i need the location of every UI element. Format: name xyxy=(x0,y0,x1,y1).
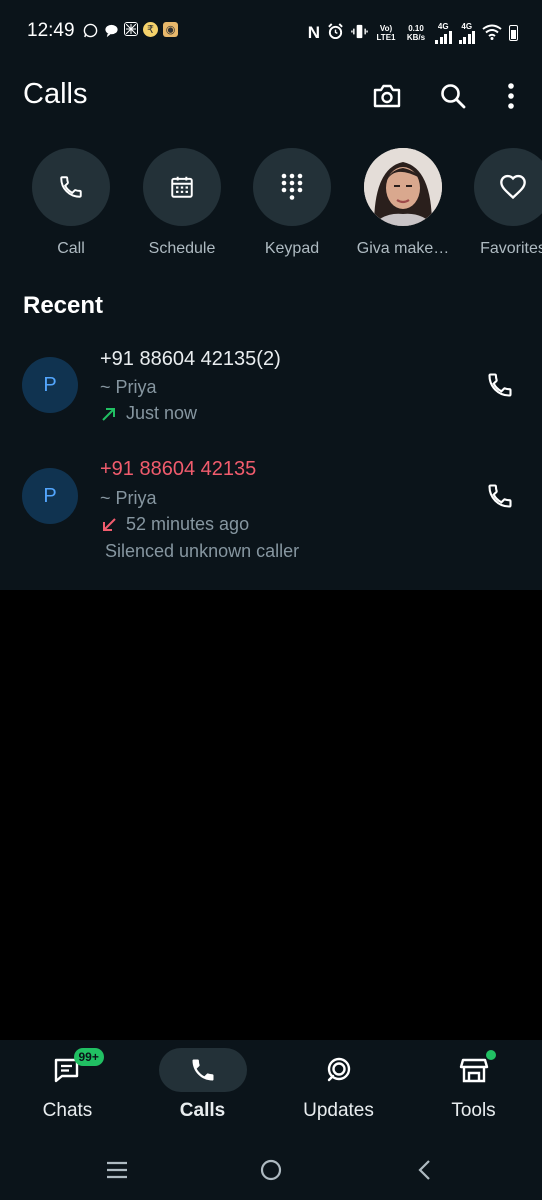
alarm-icon xyxy=(327,23,344,43)
call-log-row[interactable]: P +91 88604 42135 ~ Priya 52 minutes ago… xyxy=(0,450,542,575)
network-type-1: 4G xyxy=(437,22,449,31)
signal-sim2-icon: 4G xyxy=(458,22,475,44)
call-count: (2) xyxy=(256,348,281,370)
camera-button[interactable] xyxy=(367,76,407,116)
call-log-row[interactable]: P +91 88604 42135(2) ~ Priya Just now xyxy=(0,340,542,440)
quick-actions-row: Call Schedule Keypad Giva make… Favorite… xyxy=(0,148,542,268)
back-button[interactable] xyxy=(404,1154,444,1186)
quick-action-schedule[interactable]: Schedule xyxy=(127,148,237,258)
call-meta: 52 minutes ago xyxy=(100,514,249,535)
call-time: Just now xyxy=(126,403,198,423)
contact-photo[interactable] xyxy=(364,148,442,226)
call-time: 52 minutes ago xyxy=(126,514,250,534)
caller-number-text: +91 88604 42135 xyxy=(100,348,257,370)
nav-label: Chats xyxy=(42,1100,93,1121)
app-notification-icon xyxy=(124,22,138,36)
status-time: 12:49 xyxy=(27,20,75,41)
nav-calls[interactable]: Calls xyxy=(135,1048,270,1122)
outgoing-call-arrow-icon xyxy=(102,407,115,421)
caller-name: ~ Priya xyxy=(100,488,157,508)
system-status-icons: N Vo) LTE1 0.10 KB/s 4G 4G xyxy=(308,22,518,44)
more-options-button[interactable] xyxy=(491,76,531,116)
unread-badge: 99+ xyxy=(73,1048,104,1066)
system-navigation-bar xyxy=(0,1140,542,1200)
avatar[interactable]: P xyxy=(22,357,78,413)
favorites-action-circle[interactable] xyxy=(474,148,542,226)
notification-icons: ₹ ◉ xyxy=(82,22,178,38)
nav-label: Updates xyxy=(303,1100,374,1121)
home-button[interactable] xyxy=(251,1154,291,1186)
more-vert-icon xyxy=(508,83,514,109)
back-chevron-icon xyxy=(418,1160,430,1180)
menu-lines-icon xyxy=(107,1161,127,1179)
calls-icon-container[interactable] xyxy=(158,1048,247,1092)
status-bar: 12:49 ₹ ◉ N Vo) LTE1 0.10 KB/s 4G 4G xyxy=(0,0,542,64)
camera-icon xyxy=(373,84,401,108)
caller-name: ~ Priya xyxy=(100,377,157,397)
whatsapp-notification-icon xyxy=(82,22,98,38)
quick-action-label: Favorites xyxy=(480,240,542,257)
quick-action-favorites[interactable]: Favorites xyxy=(458,148,542,258)
nav-tools[interactable]: Tools xyxy=(406,1048,541,1122)
battery-icon xyxy=(509,25,518,41)
new-indicator-dot xyxy=(485,1050,496,1060)
coin-notification-icon: ₹ xyxy=(143,22,158,37)
redacted-region xyxy=(0,590,542,1040)
nav-label: Tools xyxy=(451,1100,496,1121)
caller-number: +91 88604 42135 xyxy=(100,458,257,480)
recents-button[interactable] xyxy=(97,1154,137,1186)
vibrate-icon xyxy=(351,23,368,43)
quick-action-label: Schedule xyxy=(148,240,216,257)
keypad-action-circle[interactable] xyxy=(253,148,331,226)
network-speed: 0.10 KB/s xyxy=(406,24,426,42)
tools-icon-container[interactable] xyxy=(430,1048,518,1092)
chats-icon-container[interactable]: 99+ xyxy=(24,1048,112,1092)
call-meta: Just now xyxy=(100,403,197,424)
page-title: Calls xyxy=(23,78,88,110)
phone-icon xyxy=(488,373,512,397)
quick-action-label: Call xyxy=(57,240,85,257)
calendar-icon xyxy=(171,176,193,198)
search-button[interactable] xyxy=(433,76,473,116)
nav-chats[interactable]: 99+ Chats xyxy=(0,1048,135,1122)
app-header: Calls xyxy=(0,64,542,128)
quick-action-label: Keypad xyxy=(264,240,320,257)
call-back-button[interactable] xyxy=(480,365,520,405)
network-type-2: 4G xyxy=(461,22,473,31)
updates-icon-container[interactable] xyxy=(295,1048,383,1092)
phone-icon xyxy=(192,1059,213,1081)
contact-avatar-image xyxy=(364,148,442,226)
quick-action-keypad[interactable]: Keypad xyxy=(237,148,347,258)
signal-sim1-icon: 4G xyxy=(435,22,452,44)
message-notification-icon xyxy=(103,22,119,38)
call-action-circle[interactable] xyxy=(32,148,110,226)
nav-label: Calls xyxy=(179,1100,226,1121)
store-icon xyxy=(459,1058,488,1083)
keypad-icon xyxy=(281,173,303,200)
nav-updates[interactable]: Updates xyxy=(271,1048,406,1122)
quick-action-label: Giva make… xyxy=(356,240,450,257)
quick-action-contact[interactable]: Giva make… xyxy=(348,148,458,258)
volte-indicator: Vo) LTE1 xyxy=(376,24,396,42)
call-note: Silenced unknown caller xyxy=(105,541,300,561)
wifi-icon xyxy=(482,24,502,43)
game-notification-icon: ◉ xyxy=(163,22,178,37)
call-back-button[interactable] xyxy=(480,476,520,516)
phone-icon xyxy=(488,484,512,508)
search-icon xyxy=(441,84,466,109)
nfc-icon: N xyxy=(307,23,320,42)
heart-icon xyxy=(500,174,526,200)
updates-icon xyxy=(327,1057,350,1082)
phone-icon xyxy=(60,176,82,198)
quick-action-call[interactable]: Call xyxy=(16,148,126,258)
bottom-navigation: 99+ Chats Calls Updates Tools xyxy=(0,1040,542,1140)
avatar[interactable]: P xyxy=(22,468,78,524)
schedule-action-circle[interactable] xyxy=(143,148,221,226)
recent-section-title: Recent xyxy=(23,292,104,319)
missed-call-arrow-icon xyxy=(103,517,116,531)
caller-number: +91 88604 42135(2) xyxy=(100,348,281,371)
redaction-scribble xyxy=(0,590,542,1040)
home-circle-icon xyxy=(260,1159,282,1181)
